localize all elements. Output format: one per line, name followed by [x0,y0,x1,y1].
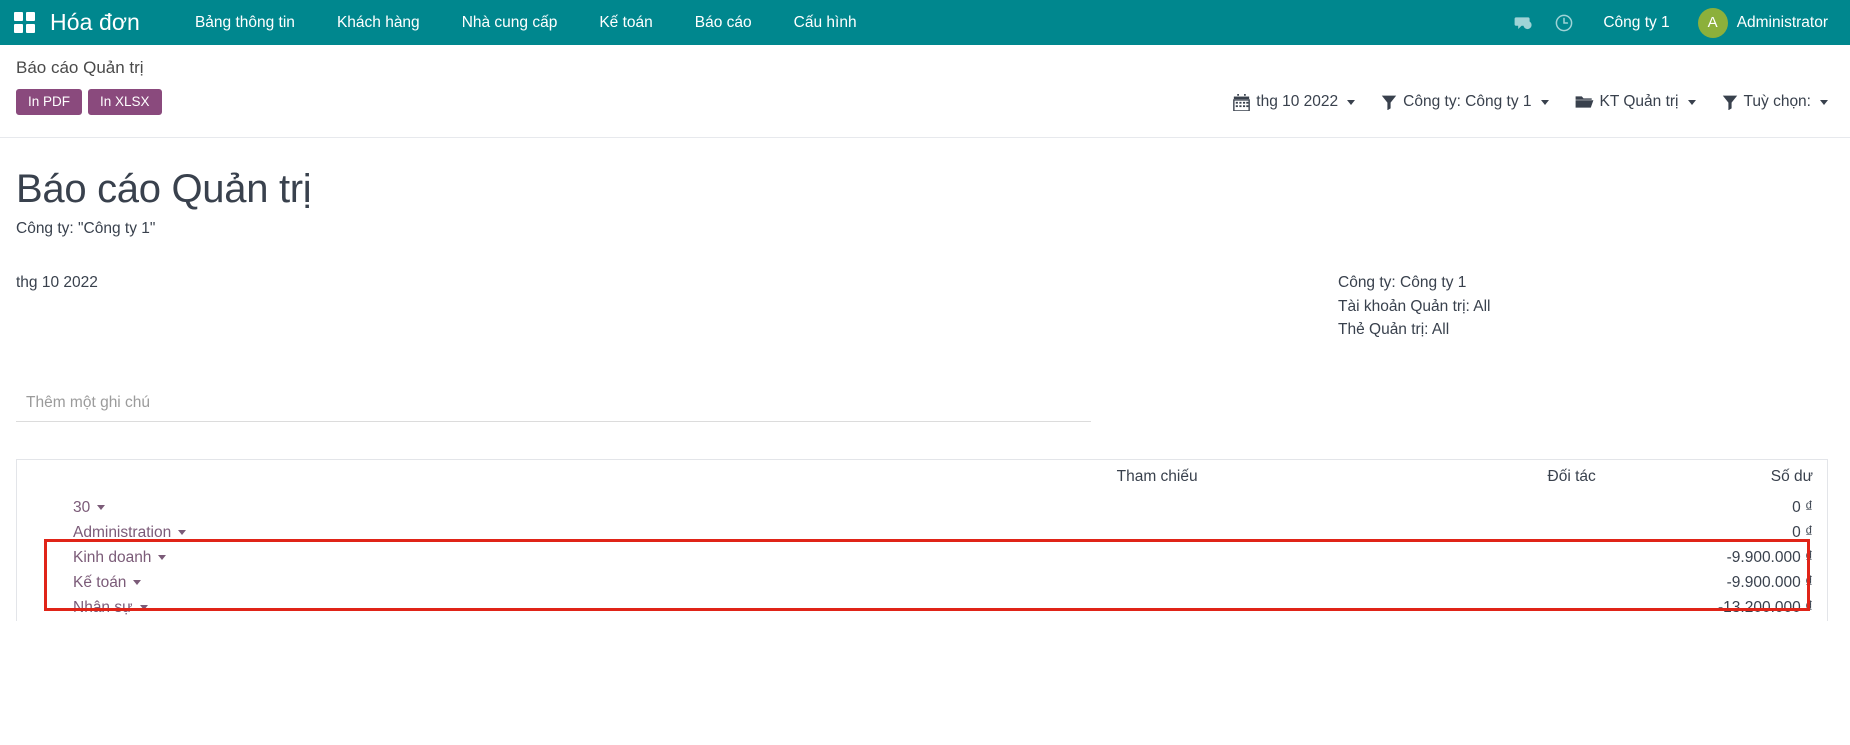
funnel-icon [1381,94,1397,110]
chat-bubble-icon[interactable] [1501,13,1543,33]
menu-item-vendors[interactable]: Nhà cung cấp [441,0,579,45]
date-filter[interactable]: thg 10 2022 [1233,93,1355,111]
table-row[interactable]: Kinh doanh -9.900.000 ₫ [17,546,1827,571]
row-partner-cell [1212,596,1610,621]
chevron-down-icon [1541,100,1549,105]
user-menu[interactable]: A Administrator [1688,8,1828,38]
account-group-toggle[interactable]: Kinh doanh [73,549,166,567]
column-header-name[interactable] [17,460,813,496]
row-reference-cell [813,571,1211,596]
table-row[interactable]: 30 0 ₫ [17,496,1827,521]
menu-item-accounting[interactable]: Kế toán [578,0,673,45]
chevron-down-icon [1347,100,1355,105]
clock-icon[interactable] [1543,13,1585,33]
report-period-label: thg 10 2022 [16,271,98,342]
row-name-cell: Administration [17,521,813,546]
row-name-label: Kinh doanh [73,549,151,567]
column-header-reference[interactable]: Tham chiếu [813,460,1211,496]
row-balance-cell: -9.900.000 ₫ [1610,546,1827,571]
chevron-down-icon [1688,100,1696,105]
row-name-cell: 30 [17,496,813,521]
company-filter-label: Công ty: Công ty 1 [1403,93,1531,111]
table-row[interactable]: Administration 0 ₫ [17,521,1827,546]
page-title: Báo cáo Quản trị [16,164,1828,214]
date-filter-label: thg 10 2022 [1256,93,1338,111]
table-header-row: Tham chiếu Đối tác Số dư [17,460,1827,496]
row-name-label: Administration [73,524,171,542]
table-body: 30 0 ₫ Administration 0 ₫ [17,496,1827,621]
report-meta: thg 10 2022 Công ty: Công ty 1 Tài khoản… [16,271,1828,342]
avatar: A [1698,8,1728,38]
account-group-toggle[interactable]: Nhân sự [73,599,148,617]
row-name-label: 30 [73,499,90,517]
analytic-account-filter[interactable]: KT Quản trị [1575,93,1696,111]
report-table: Tham chiếu Đối tác Số dư 30 0 ₫ [17,460,1827,621]
row-partner-cell [1212,496,1610,521]
row-balance-cell: -13.200.000 ₫ [1610,596,1827,621]
row-reference-cell [813,496,1211,521]
row-reference-cell [813,546,1211,571]
main-menu: Bảng thông tin Khách hàng Nhà cung cấp K… [174,0,878,45]
table-header: Tham chiếu Đối tác Số dư [17,460,1827,496]
top-navbar: Hóa đơn Bảng thông tin Khách hàng Nhà cu… [0,0,1850,45]
chevron-down-icon [158,555,166,560]
row-name-cell: Kinh doanh [17,546,813,571]
print-xlsx-button[interactable]: In XLSX [88,89,162,115]
report-table-container: Tham chiếu Đối tác Số dư 30 0 ₫ [16,459,1828,621]
row-name-cell: Kế toán [17,571,813,596]
active-company-switcher[interactable]: Công ty 1 [1585,14,1687,32]
menu-item-reporting[interactable]: Báo cáo [674,0,773,45]
row-balance-cell: -9.900.000 ₫ [1610,571,1827,596]
calendar-icon [1233,94,1250,111]
row-partner-cell [1212,546,1610,571]
row-name-label: Kế toán [73,574,126,592]
apps-grid-icon[interactable] [14,12,36,34]
row-partner-cell [1212,571,1610,596]
filter-bar: thg 10 2022 Công ty: Công ty 1 KT Quản t… [1233,93,1828,111]
row-partner-cell [1212,521,1610,546]
account-group-toggle[interactable]: 30 [73,499,105,517]
analytic-account-filter-label: KT Quản trị [1600,93,1679,111]
breadcrumb[interactable]: Báo cáo Quản trị [16,58,1828,78]
report-filter-summary: Công ty: Công ty 1 Tài khoản Quản trị: A… [1338,271,1828,342]
menu-item-customers[interactable]: Khách hàng [316,0,441,45]
row-balance-cell: 0 ₫ [1610,521,1827,546]
chevron-down-icon [97,505,105,510]
note-section [16,390,1091,422]
row-reference-cell [813,521,1211,546]
row-reference-cell [813,596,1211,621]
control-panel: Báo cáo Quản trị In PDF In XLSX thg 10 2… [0,45,1850,138]
chevron-down-icon [140,605,148,610]
row-name-label: Nhân sự [73,599,133,617]
report-info-company: Công ty: Công ty 1 [1338,271,1828,295]
company-filter[interactable]: Công ty: Công ty 1 [1381,93,1548,111]
row-name-cell: Nhân sự [17,596,813,621]
column-header-partner[interactable]: Đối tác [1212,460,1610,496]
table-row[interactable]: Nhân sự -13.200.000 ₫ [17,596,1827,621]
report-info-account: Tài khoản Quản trị: All [1338,295,1828,319]
chevron-down-icon [1820,100,1828,105]
table-row[interactable]: Kế toán -9.900.000 ₫ [17,571,1827,596]
app-brand-invoicing[interactable]: Hóa đơn [50,9,140,36]
print-pdf-button[interactable]: In PDF [16,89,82,115]
column-header-balance[interactable]: Số dư [1610,460,1827,496]
report-company-subtitle: Công ty: "Công ty 1" [16,220,1828,238]
row-balance-cell: 0 ₫ [1610,496,1827,521]
options-filter[interactable]: Tuỳ chọn: [1722,93,1829,111]
options-filter-label: Tuỳ chọn: [1744,93,1812,111]
menu-item-configuration[interactable]: Cấu hình [773,0,878,45]
note-input[interactable] [16,390,1091,422]
report-body: Báo cáo Quản trị Công ty: "Công ty 1" th… [0,138,1850,422]
funnel-icon [1722,94,1738,110]
account-group-toggle[interactable]: Kế toán [73,574,141,592]
chevron-down-icon [133,580,141,585]
report-info-tag: Thẻ Quản trị: All [1338,318,1828,342]
folder-open-icon [1575,94,1594,110]
navbar-right-tools: Công ty 1 A Administrator [1501,8,1828,38]
user-name-label: Administrator [1737,14,1828,32]
chevron-down-icon [178,530,186,535]
account-group-toggle[interactable]: Administration [73,524,186,542]
menu-item-dashboard[interactable]: Bảng thông tin [174,0,316,45]
